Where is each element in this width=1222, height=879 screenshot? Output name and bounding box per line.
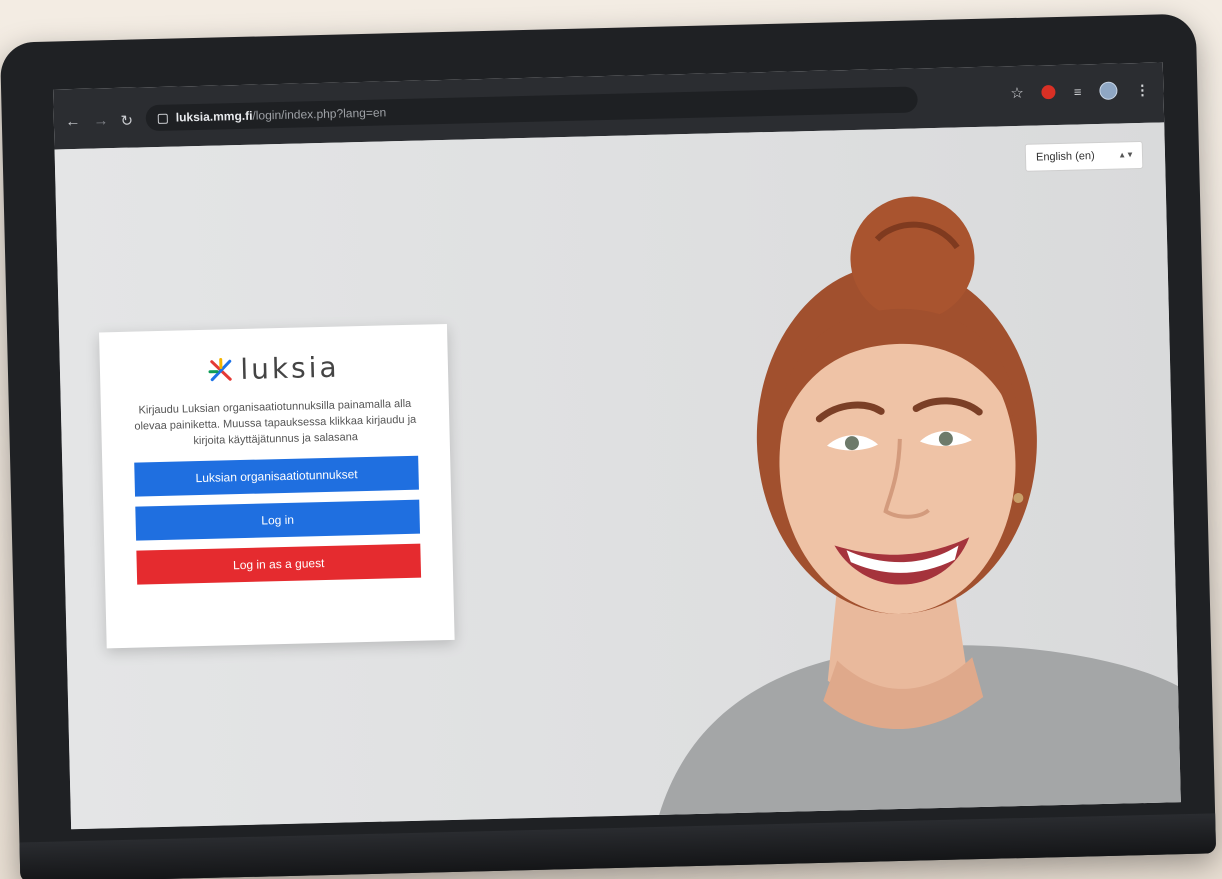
cast-icon[interactable]: ≡ xyxy=(1074,84,1082,99)
login-instructions: Kirjaudu Luksian organisaatiotunnuksilla… xyxy=(134,397,417,448)
language-select-value: English (en) xyxy=(1035,150,1095,164)
language-select[interactable]: English (en) ▲▼ xyxy=(1024,140,1144,172)
logo-text: luksia xyxy=(239,350,340,387)
forward-arrow-icon[interactable]: → xyxy=(92,112,110,129)
browser-window: ← → ↻ luksia.mmg.fi /login/index.php?lan… xyxy=(53,62,1181,830)
profile-avatar[interactable] xyxy=(1099,81,1118,100)
luksia-logo-mark xyxy=(208,357,233,381)
star-icon[interactable]: ☆ xyxy=(1010,84,1024,102)
select-caret-icon: ▲▼ xyxy=(1118,150,1135,160)
toolbar-icons: ☆ ≡ ⋮ xyxy=(1010,81,1149,102)
lock-icon xyxy=(157,113,168,124)
address-bar[interactable]: luksia.mmg.fi /login/index.php?lang=en xyxy=(145,86,918,132)
url-host: luksia.mmg.fi xyxy=(175,108,253,125)
luksia-logo: luksia xyxy=(132,349,417,389)
extension-icon[interactable] xyxy=(1041,85,1057,100)
hero-photo xyxy=(651,196,1181,830)
login-card: luksia Kirjaudu Luksian organisaatiotunn… xyxy=(99,323,455,649)
back-arrow-icon[interactable]: ← xyxy=(64,113,82,130)
menu-kebab-icon[interactable]: ⋮ xyxy=(1135,81,1149,98)
login-page: English (en) ▲▼ luksia Kirjaudu Luksian … xyxy=(54,122,1181,830)
url-path: /login/index.php?lang=en xyxy=(252,105,387,123)
reload-icon[interactable]: ↻ xyxy=(118,111,136,130)
org-login-button[interactable]: Luksian organisaatiotunnukset xyxy=(134,455,419,497)
laptop-frame: ← → ↻ luksia.mmg.fi /login/index.php?lan… xyxy=(0,13,1217,879)
login-button[interactable]: Log in xyxy=(135,499,421,541)
guest-login-button[interactable]: Log in as a guest xyxy=(136,543,422,585)
